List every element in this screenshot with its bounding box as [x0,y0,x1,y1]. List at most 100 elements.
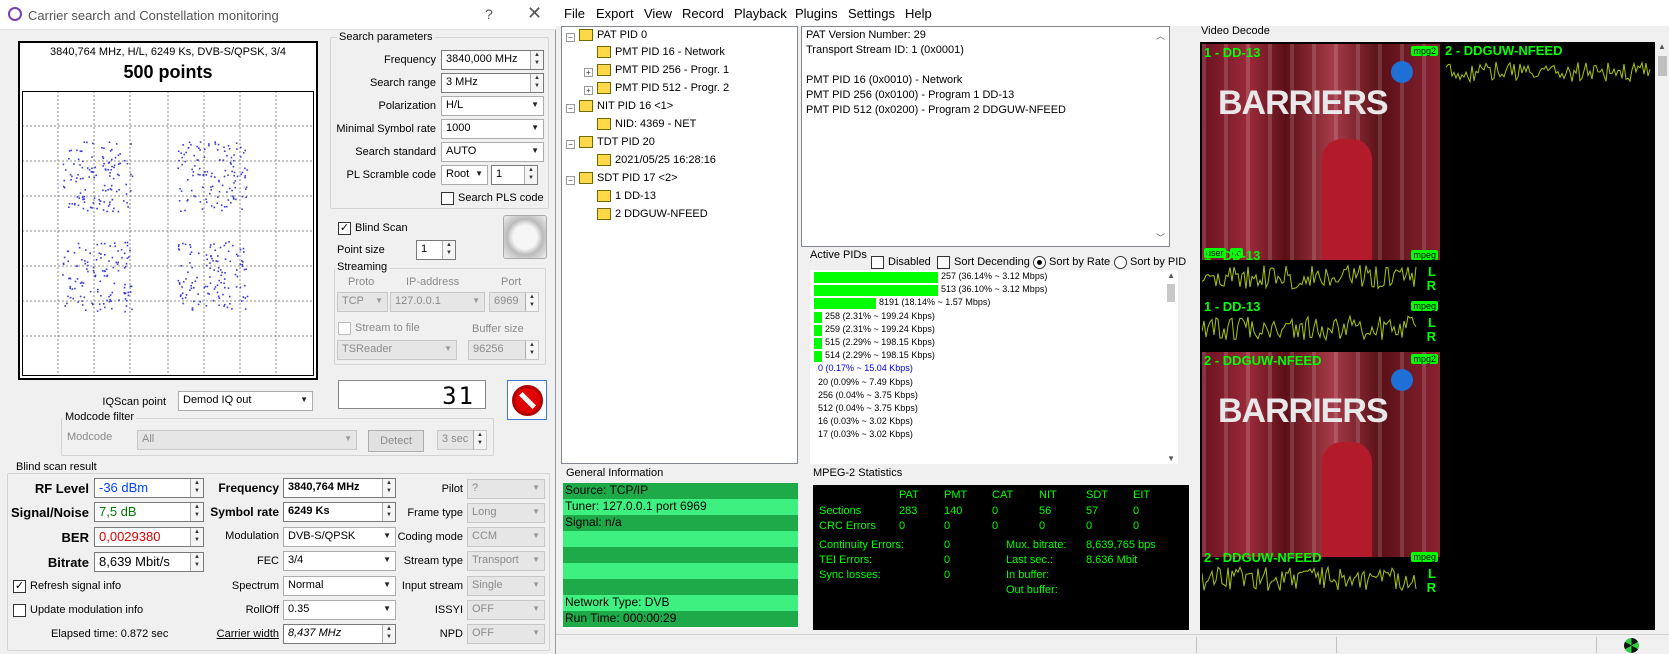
tree-node-pat[interactable]: PAT PID 0 [579,29,647,42]
pl-scramble-spinner[interactable]: ▲ ▼ [524,166,537,184]
constellation-point [224,258,227,260]
fec-select[interactable]: 3/4 [283,551,396,571]
menu-help[interactable]: Help [905,6,932,21]
menu-settings[interactable]: Settings [848,6,895,21]
constellation-point [187,147,190,149]
modcode-select[interactable]: All [137,430,357,450]
ip-address-select[interactable]: 127.0.0.1 [390,292,485,312]
port-spinner[interactable]: ▲ ▼ [525,293,538,311]
frequency-input[interactable]: 3840,000 MHz ▲ ▼ [441,50,544,70]
carrier-width-label[interactable]: Carrier width [200,628,279,640]
scroll-down-icon[interactable]: ﹀ [1156,231,1165,244]
modulation-select[interactable]: DVB-S/QPSK [283,527,396,547]
tree-expand-toggle[interactable]: + [584,86,593,95]
coding-mode-select[interactable]: CCM [467,527,545,547]
iqscan-select[interactable]: Demod IQ out [178,391,313,411]
buffer-size-input[interactable]: 96256 ▲ ▼ [468,340,539,360]
tree-node-pmt512[interactable]: PMT PID 512 - Progr. 2 [597,82,729,95]
tree-node-sdt[interactable]: SDT PID 17 <2> [579,172,678,185]
tree-node-date[interactable]: 2021/05/25 16:28:16 [597,154,716,167]
update-modulation-checkbox[interactable] [13,604,26,617]
tree-node-pmt16[interactable]: PMT PID 16 - Network [597,46,725,59]
constellation-point [184,160,186,163]
search-pls-checkbox[interactable] [441,192,454,205]
tree-node-pmt256[interactable]: PMT PID 256 - Progr. 1 [597,64,729,77]
pat-info-text[interactable]: PAT Version Number: 29 Transport Stream … [801,26,1170,247]
modcode-timeout-spinner[interactable]: ▲ ▼ [473,431,486,449]
npd-select[interactable]: OFF [467,624,545,644]
tree-expand-toggle[interactable]: + [584,68,593,77]
search-range-spinner[interactable]: ▲ ▼ [530,74,543,92]
modcode-timeout-input[interactable]: 3 sec ▲ ▼ [437,430,487,450]
input-stream-select[interactable]: Single [467,576,545,596]
blind-scan-checkbox[interactable]: ✓ [338,222,351,235]
satellite-dish-icon[interactable] [503,215,547,259]
constellation-point [226,306,229,309]
sort-by-pid-radio[interactable] [1114,256,1127,269]
tree-collapse-toggle[interactable]: − [566,140,575,149]
active-pids-list[interactable]: 257 (36.14% ~ 3.12 Mbps) 513 (36.10% ~ 3.… [810,270,1178,464]
pid-tree[interactable]: − PAT PID 0 PMT PID 16 - Network + PMT P… [561,26,798,464]
buffer-size-spinner[interactable]: ▲ ▼ [525,341,538,359]
last-sec-label: Last sec.: [1006,554,1054,566]
help-button[interactable]: ? [485,6,493,22]
tree-node-tdt[interactable]: TDT PID 20 [579,136,655,149]
tree-collapse-toggle[interactable]: − [566,33,575,42]
constellation-point [109,294,112,296]
menu-record[interactable]: Record [682,6,724,21]
port-input[interactable]: 6969 ▲ ▼ [489,292,539,312]
tree-collapse-toggle[interactable]: − [566,176,575,185]
pilot-select[interactable]: ? [467,479,545,499]
menu-view[interactable]: View [644,6,672,21]
menu-playback[interactable]: Playback [734,6,787,21]
issyi-select[interactable]: OFF [467,600,545,620]
stream-type-select[interactable]: Transport [467,551,545,571]
tree-node-nid[interactable]: NID: 4369 - NET [597,118,696,131]
search-standard-select[interactable]: AUTO [441,142,544,162]
pid-scroll-up-icon[interactable]: ▲ [1167,271,1175,280]
constellation-point [214,176,216,178]
tree-node-service-1[interactable]: 1 DD-13 [597,190,656,203]
spectrum-select[interactable]: Normal [283,576,396,596]
search-range-input[interactable]: 3 MHz ▲ ▼ [441,73,544,93]
close-icon[interactable]: ✕ [527,3,542,24]
menu-export[interactable]: Export [596,6,634,21]
disabled-checkbox[interactable] [871,256,884,269]
detect-button[interactable]: Detect [368,430,424,452]
refresh-signal-checkbox[interactable]: ✓ [13,580,26,593]
pid-scrollbar-thumb[interactable] [1167,284,1175,302]
polarization-select[interactable]: H/L [441,96,544,116]
video-scrollbar[interactable]: ▲ [1656,42,1669,630]
pid-scroll-down-icon[interactable]: ▼ [1167,454,1175,463]
pid-rate-bar [814,272,938,283]
reader-select[interactable]: TSReader [337,340,457,360]
rolloff-select[interactable]: 0.35 [283,600,396,620]
sort-descending-checkbox[interactable] [937,256,950,269]
sort-by-rate-radio[interactable] [1033,256,1046,269]
frequency-spinner[interactable]: ▲ ▼ [530,51,543,69]
stop-button[interactable] [507,380,547,420]
scroll-up-icon[interactable]: ︿ [1156,29,1165,42]
constellation-point [64,305,66,307]
point-size-input[interactable]: 1 ▲ ▼ [416,240,456,260]
constellation-point [181,163,183,166]
point-size-spinner[interactable]: ▲ ▼ [442,241,455,259]
menu-file[interactable]: File [564,6,585,21]
pl-scramble-mode-select[interactable]: Root [441,165,488,185]
frame-type-select[interactable]: Long [467,503,545,523]
constellation-point [82,198,84,201]
stream-to-file-checkbox[interactable] [338,322,351,335]
min-symbol-rate-select[interactable]: 1000 [441,119,544,139]
pl-scramble-code-input[interactable]: 1 ▲ ▼ [491,165,538,185]
proto-select[interactable]: TCP [337,292,388,312]
menu-plugins[interactable]: Plugins [795,6,838,21]
tree-node-service-2[interactable]: 2 DDGUW-NFEED [597,208,708,221]
tree-collapse-toggle[interactable]: − [566,104,575,113]
video-scroll-up-icon[interactable]: ▲ [1658,42,1666,51]
video-thumbnail-2[interactable]: BARRIERS 2 - DDGUW-NFEED mpg2 [1202,352,1440,557]
tree-node-nit[interactable]: NIT PID 16 <1> [579,100,673,113]
refresh-signal-label: Refresh signal info [30,580,122,592]
constellation-point [124,283,126,286]
video-thumbnail-1[interactable]: BARRIERS 1 - DD-13 mpg2 user cc [1202,44,1440,260]
video-scrollbar-thumb[interactable] [1658,56,1667,76]
